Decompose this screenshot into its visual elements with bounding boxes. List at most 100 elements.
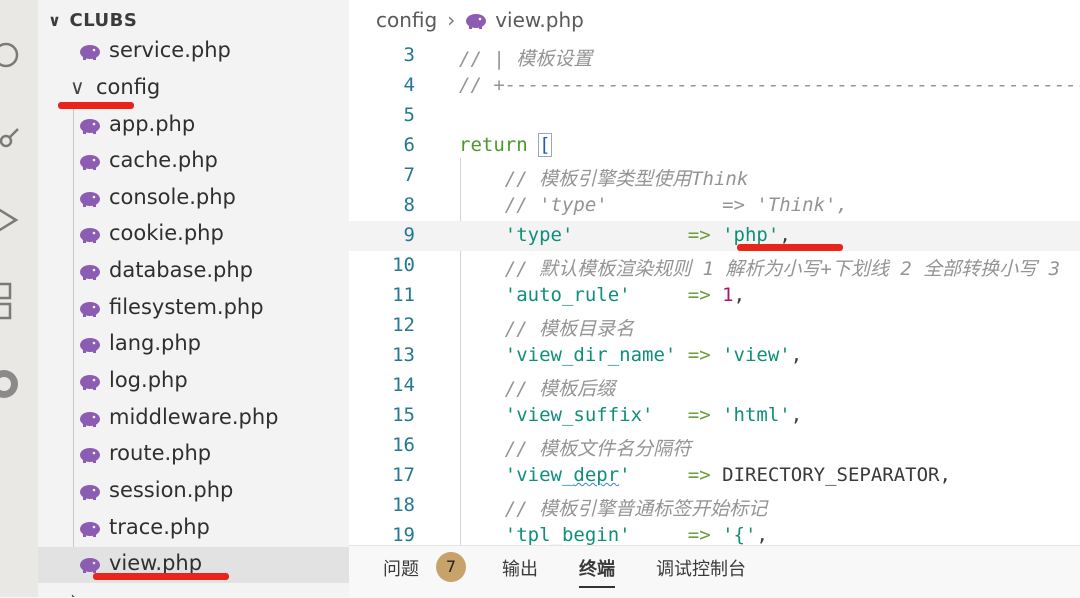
- code-token: // +------------------------------------…: [459, 74, 1080, 96]
- php-file-icon: [79, 262, 101, 280]
- php-file-icon: [79, 116, 101, 134]
- code-line[interactable]: 13 'view_dir_name' => 'view',: [349, 341, 1080, 371]
- source-control-icon[interactable]: [0, 125, 22, 155]
- code-token: // 模板后缀: [459, 378, 616, 400]
- file-name: session.php: [109, 478, 234, 502]
- file-item-route[interactable]: route.php: [38, 437, 349, 473]
- line-source: 'view_dir_name' => 'view',: [459, 344, 802, 366]
- line-number: 9: [403, 224, 415, 246]
- line-source: // 模板引擎普通标签开始标记: [459, 494, 767, 521]
- code-line[interactable]: 6 return [: [349, 131, 1080, 161]
- workspace-header[interactable]: ∨ CLUBS: [38, 2, 349, 38]
- code-line[interactable]: 19 'tpl_begin' => '{',: [349, 521, 1080, 545]
- spell-check-squiggle: depr: [573, 464, 620, 486]
- run-debug-icon[interactable]: [0, 205, 22, 235]
- code-token: 'type': [459, 224, 574, 246]
- line-number: 13: [392, 344, 415, 366]
- code-line[interactable]: 12 // 模板目录名: [349, 311, 1080, 341]
- php-file-icon: [465, 11, 487, 29]
- folder-item-next[interactable]: ›: [38, 584, 349, 597]
- breadcrumb-folder[interactable]: config: [376, 8, 437, 32]
- file-item-log[interactable]: log.php: [38, 364, 349, 400]
- line-number: 7: [403, 164, 415, 186]
- file-name: database.php: [109, 258, 254, 282]
- code-line[interactable]: 17 'view_depr' => DIRECTORY_SEPARATOR,: [349, 461, 1080, 491]
- workspace-title: CLUBS: [69, 9, 138, 31]
- file-item-filesystem[interactable]: filesystem.php: [38, 291, 349, 327]
- code-token: 'php': [722, 224, 780, 246]
- code-token: // | 模板设置: [459, 48, 593, 70]
- php-file-icon: [79, 409, 101, 427]
- code-token: ,: [790, 344, 803, 366]
- code-line[interactable]: 14 // 模板后缀: [349, 371, 1080, 401]
- code-line[interactable]: 7 // 模板引擎类型使用Think: [349, 161, 1080, 191]
- file-item-cache[interactable]: cache.php: [38, 144, 349, 180]
- file-name: route.php: [109, 441, 212, 465]
- file-item-session[interactable]: session.php: [38, 474, 349, 510]
- file-item-database[interactable]: database.php: [38, 254, 349, 290]
- code-line[interactable]: 3 // | 模板设置: [349, 41, 1080, 71]
- file-name: app.php: [109, 112, 196, 136]
- code-line[interactable]: 5: [349, 101, 1080, 131]
- red-underline-annotation: [737, 244, 843, 251]
- file-item-trace[interactable]: trace.php: [38, 511, 349, 547]
- code-token: 'html': [722, 404, 791, 426]
- line-number: 15: [392, 404, 415, 426]
- line-number: 8: [403, 194, 415, 216]
- code-line[interactable]: 15 'view_suffix' => 'html',: [349, 401, 1080, 431]
- line-source: // | 模板设置: [459, 44, 592, 71]
- search-icon[interactable]: [0, 40, 22, 70]
- code-editor[interactable]: config › view.php 3 // | 模板设置 4 // +-------…: [349, 0, 1080, 545]
- file-name: console.php: [109, 185, 236, 209]
- code-line[interactable]: 4 // +-----------------------------------…: [349, 71, 1080, 101]
- problems-count-badge: 7: [436, 552, 466, 582]
- line-number: 12: [392, 314, 415, 336]
- code-token: ,: [733, 284, 746, 306]
- line-source: 'view_depr' => DIRECTORY_SEPARATOR,: [459, 464, 951, 486]
- php-file-icon: [79, 335, 101, 353]
- code-line[interactable]: 8 // 'type' => 'Think',: [349, 191, 1080, 221]
- code-token: =>: [630, 464, 723, 486]
- code-line[interactable]: 11 'auto_rule' => 1,: [349, 281, 1080, 311]
- file-item-app[interactable]: app.php: [38, 108, 349, 144]
- code-token: DIRECTORY_SEPARATOR,: [722, 464, 951, 486]
- file-item-cookie[interactable]: cookie.php: [38, 217, 349, 253]
- code-line[interactable]: 10 // 默认模板渲染规则 1 解析为小写+下划线 2 全部转换小写 3: [349, 251, 1080, 281]
- file-name: middleware.php: [109, 405, 279, 429]
- line-source: 'type' => 'php',: [459, 224, 791, 246]
- code-token: ,: [779, 224, 791, 246]
- file-item-middleware[interactable]: middleware.php: [38, 401, 349, 437]
- file-item-console[interactable]: console.php: [38, 181, 349, 217]
- php-file-icon: [79, 299, 101, 317]
- code-line[interactable]: 18 // 模板引擎普通标签开始标记: [349, 491, 1080, 521]
- line-source: // +------------------------------------…: [459, 74, 1080, 96]
- line-number: 18: [392, 494, 415, 516]
- code-token: =>: [630, 284, 723, 306]
- code-token: =>: [630, 524, 723, 545]
- line-source: // 模板目录名: [459, 314, 634, 341]
- breadcrumb-file[interactable]: view.php: [495, 8, 584, 32]
- file-name: cache.php: [109, 148, 218, 172]
- line-source: 'auto_rule' => 1,: [459, 284, 745, 306]
- file-name: cookie.php: [109, 221, 224, 245]
- line-number: 6: [403, 134, 415, 156]
- file-item-service[interactable]: service.php: [38, 34, 349, 70]
- tab-output[interactable]: 输出: [502, 554, 538, 586]
- code-line[interactable]: 9 'type' => 'php',: [349, 221, 1080, 251]
- github-icon[interactable]: [0, 366, 22, 398]
- file-item-lang[interactable]: lang.php: [38, 327, 349, 363]
- tab-terminal[interactable]: 终端: [579, 554, 615, 588]
- tab-problems[interactable]: 问题: [383, 554, 419, 586]
- line-number: 4: [403, 74, 415, 96]
- code-token: 'view': [722, 344, 791, 366]
- line-number: 5: [403, 104, 415, 126]
- line-number: 16: [392, 434, 415, 456]
- extensions-icon[interactable]: [0, 282, 22, 320]
- bottom-panel-tabs: 问题 7 输出 终端 调试控制台: [349, 545, 1080, 598]
- code-token: ,: [790, 404, 803, 426]
- line-number: 17: [392, 464, 415, 486]
- code-token: // 模板目录名: [459, 318, 635, 340]
- tab-debug-console[interactable]: 调试控制台: [656, 554, 746, 586]
- line-source: return [: [459, 133, 552, 157]
- code-line[interactable]: 16 // 模板文件名分隔符: [349, 431, 1080, 461]
